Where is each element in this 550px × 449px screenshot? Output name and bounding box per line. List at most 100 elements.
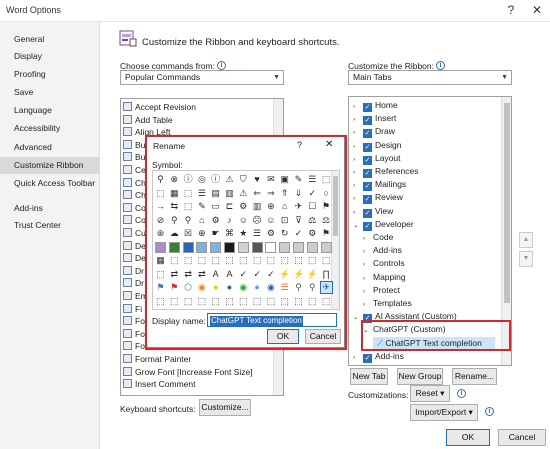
checkbox[interactable]: ✓ xyxy=(363,142,372,152)
chevron-right-icon[interactable]: › xyxy=(353,179,360,192)
command-item[interactable]: Fi xyxy=(123,303,142,315)
command-item[interactable]: Cu xyxy=(123,228,146,239)
checkbox[interactable]: ✓ xyxy=(363,195,372,205)
checkbox[interactable]: ✓ xyxy=(363,208,372,218)
nav-item[interactable]: Trust Center xyxy=(0,217,100,234)
reset-button[interactable]: Reset ▾ xyxy=(410,385,450,402)
command-item[interactable]: Format Painter xyxy=(123,354,191,365)
rename-button[interactable]: Rename... xyxy=(452,368,497,385)
command-icon xyxy=(123,190,132,200)
command-item[interactable]: Fo xyxy=(123,341,145,352)
command-item[interactable]: Dr xyxy=(123,265,144,277)
checkbox[interactable]: ✓ xyxy=(363,129,372,139)
nav-item[interactable]: Quick Access Toolbar xyxy=(0,175,100,192)
chevron-right-icon[interactable]: › xyxy=(353,153,360,166)
nav-item[interactable]: Save xyxy=(0,84,100,101)
command-item[interactable]: Ce xyxy=(123,165,146,176)
chevron-right-icon[interactable]: › xyxy=(363,245,370,258)
checkbox[interactable]: ✓ xyxy=(363,169,372,178)
command-item[interactable]: Fo xyxy=(123,328,145,340)
ribbon-tree-item[interactable]: › ✓ Design xyxy=(353,139,401,152)
ok-button[interactable]: OK xyxy=(446,429,490,446)
ribbon-tree-item[interactable]: › ✓ Add-ins xyxy=(353,350,404,363)
customize-ribbon-dropdown[interactable]: Main Tabs ▼ xyxy=(348,70,512,85)
chevron-right-icon[interactable]: › xyxy=(353,100,360,113)
ribbon-tree-item[interactable]: › Templates xyxy=(363,297,412,310)
command-item[interactable]: Ch xyxy=(123,190,146,201)
chevron-down-icon[interactable]: ⌄ xyxy=(353,311,360,324)
chevron-right-icon[interactable]: › xyxy=(353,113,360,126)
command-item[interactable]: Ch xyxy=(123,177,146,189)
ribbon-tree-item[interactable]: › ✓ Draw xyxy=(353,125,395,139)
chevron-right-icon[interactable]: › xyxy=(353,351,360,364)
command-item[interactable]: Fo xyxy=(123,316,145,327)
nav-item[interactable]: Add-ins xyxy=(0,200,100,217)
help-button[interactable]: ? xyxy=(500,2,522,18)
ribbon-tree-item[interactable]: › ✓ Review xyxy=(353,191,403,205)
nav-item[interactable]: Language xyxy=(0,102,100,119)
nav-item[interactable]: Accessibility xyxy=(0,120,100,137)
dialog-highlight-box xyxy=(145,135,347,350)
ribbon-tree-item[interactable]: › ✓ References xyxy=(353,165,418,178)
command-item[interactable]: Co xyxy=(123,202,146,214)
customizations-label: Customizations: xyxy=(348,390,409,400)
checkbox[interactable]: ✓ xyxy=(363,221,372,231)
ribbon-tree-item[interactable]: › Mapping xyxy=(363,271,406,284)
checkbox[interactable]: ✓ xyxy=(363,103,372,112)
ribbon-tree-item[interactable]: › ✓ Layout xyxy=(353,152,401,165)
chevron-right-icon[interactable]: › xyxy=(363,258,370,271)
chevron-right-icon[interactable]: › xyxy=(363,298,370,311)
command-item[interactable]: Dr xyxy=(123,278,144,289)
command-icon xyxy=(123,366,132,376)
nav-item[interactable]: Advanced xyxy=(0,139,100,156)
new-tab-button[interactable]: New Tab xyxy=(350,368,388,385)
new-group-button[interactable]: New Group xyxy=(397,368,443,385)
cancel-button[interactable]: Cancel xyxy=(498,429,546,446)
move-up-button[interactable]: ▲ xyxy=(519,232,533,248)
chevron-right-icon[interactable]: › xyxy=(363,272,370,285)
customize-shortcuts-button[interactable]: Customize... xyxy=(199,399,251,416)
move-down-button[interactable]: ▼ xyxy=(519,251,533,267)
nav-item[interactable]: Customize Ribbon xyxy=(0,157,100,174)
import-export-button[interactable]: Import/Export ▾ xyxy=(410,404,478,421)
info-icon: i xyxy=(436,61,445,70)
ribbon-tree-item[interactable]: › Code xyxy=(363,231,393,244)
chevron-right-icon[interactable]: › xyxy=(353,126,360,139)
chevron-right-icon[interactable]: › xyxy=(363,232,370,245)
command-item[interactable]: De xyxy=(123,240,146,252)
command-item[interactable]: Accept Revision xyxy=(123,102,196,113)
scrollbar-thumb[interactable] xyxy=(504,103,510,303)
ribbon-tree-item[interactable]: › ✓ Mailings xyxy=(353,178,406,192)
command-item[interactable]: Bu xyxy=(123,139,145,151)
chevron-right-icon[interactable]: › xyxy=(353,206,360,219)
chevron-down-icon: ▼ xyxy=(501,74,508,81)
ribbon-tree-item[interactable]: › ✓ Home xyxy=(353,99,398,112)
checkbox[interactable]: ✓ xyxy=(363,182,372,192)
title-bar: Word Options ? ✕ xyxy=(0,0,550,22)
ribbon-tree-item[interactable]: › Protect xyxy=(363,284,400,297)
command-item[interactable]: Insert Comment xyxy=(123,379,195,390)
ribbon-tree-item[interactable]: ⌄ ✓ Developer xyxy=(353,218,414,231)
command-item[interactable]: Bu xyxy=(123,152,145,163)
ribbon-tree-item[interactable]: › ✓ Insert xyxy=(353,112,396,126)
close-button[interactable]: ✕ xyxy=(526,2,548,18)
command-item[interactable]: Grow Font [Increase Font Size] xyxy=(123,366,253,378)
choose-commands-dropdown[interactable]: Popular Commands ▼ xyxy=(120,70,284,85)
nav-item[interactable]: General xyxy=(0,31,100,48)
command-item[interactable]: Co xyxy=(123,215,146,226)
chevron-right-icon[interactable]: › xyxy=(353,140,360,153)
ribbon-tree-item[interactable]: › Add-ins xyxy=(363,244,402,257)
checkbox[interactable]: ✓ xyxy=(363,116,372,126)
chevron-right-icon[interactable]: › xyxy=(363,285,370,298)
nav-item[interactable]: Proofing xyxy=(0,66,100,83)
chevron-down-icon[interactable]: ⌄ xyxy=(353,219,360,232)
ribbon-tree-item[interactable]: › ✓ View xyxy=(353,205,393,218)
chevron-right-icon[interactable]: › xyxy=(353,166,360,179)
checkbox[interactable]: ✓ xyxy=(363,353,372,363)
command-item[interactable]: Add Table xyxy=(123,114,173,126)
command-item[interactable]: De xyxy=(123,253,146,264)
chevron-right-icon[interactable]: › xyxy=(353,192,360,205)
checkbox[interactable]: ✓ xyxy=(363,155,372,165)
nav-item[interactable]: Display xyxy=(0,48,100,65)
ribbon-tree-item[interactable]: › Controls xyxy=(363,257,405,270)
